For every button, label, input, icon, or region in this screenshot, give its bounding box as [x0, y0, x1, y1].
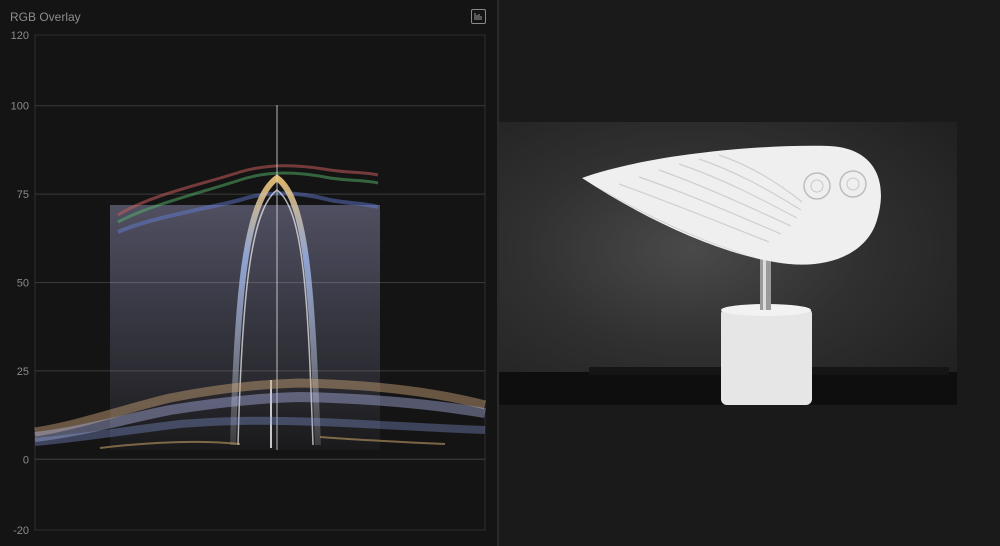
- waveform-scope-panel: RGB Overlay 120 100 75 50 25 0 -20: [0, 0, 497, 546]
- scale-label: 50: [17, 278, 29, 290]
- viewer-image: [499, 122, 957, 405]
- scale-label: -20: [13, 525, 29, 537]
- scope-scale: 120 100 75 50 25 0 -20: [11, 30, 29, 537]
- owl-body: [582, 145, 881, 265]
- scale-label: 0: [23, 454, 29, 466]
- scale-label: 75: [17, 189, 29, 201]
- scale-label: 120: [11, 30, 29, 42]
- waveform-trace: [34, 105, 487, 450]
- waveform-graph: 120 100 75 50 25 0 -20: [11, 30, 487, 537]
- scale-label: 25: [17, 366, 29, 378]
- viewer-panel: [499, 0, 1000, 546]
- sculpture-base: [721, 308, 812, 405]
- scale-label: 100: [11, 101, 29, 113]
